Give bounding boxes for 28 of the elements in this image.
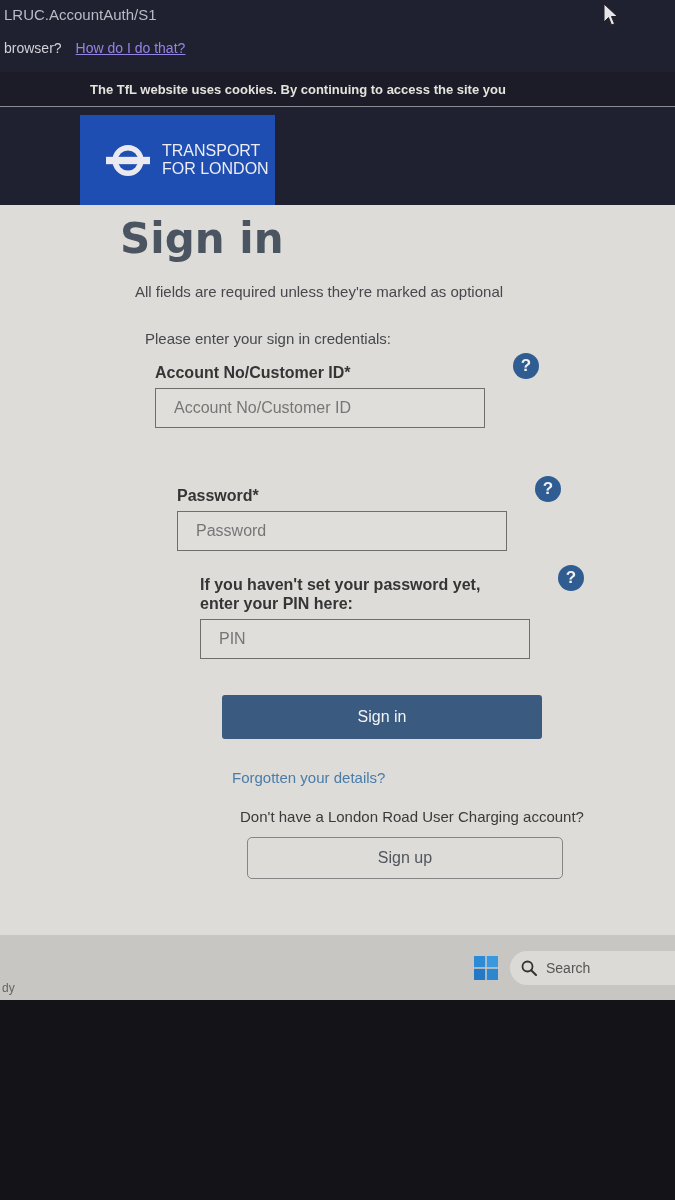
roundel-icon bbox=[106, 143, 150, 177]
status-text: dy bbox=[2, 981, 15, 995]
prompt-text: Please enter your sign in credentials: bbox=[145, 330, 391, 348]
sign-in-button[interactable]: Sign in bbox=[222, 695, 542, 740]
address-text: LRUC.AccountAuth/S1 bbox=[4, 6, 157, 23]
intro-text: All fields are required unless they're marked as optional bbox=[135, 283, 504, 301]
help-button[interactable]: ? bbox=[513, 353, 539, 380]
page-title: Sign in bbox=[120, 215, 284, 264]
search-field[interactable]: Search bbox=[510, 950, 675, 985]
signup-prompt: Don't have a London Road User Charging account? bbox=[240, 808, 584, 826]
input-field[interactable]: Account No/Customer ID bbox=[155, 388, 485, 429]
help-link[interactable]: How do I do that? bbox=[75, 40, 186, 56]
field-label: If you haven't set your password yet, enter your PIN here: bbox=[200, 575, 482, 614]
search-icon bbox=[521, 959, 537, 976]
help-button[interactable]: ? bbox=[535, 476, 561, 503]
tfl-logo[interactable]: TRANSPORT FOR LONDON bbox=[80, 115, 275, 205]
logo-text: TRANSPORT FOR LONDON bbox=[162, 142, 270, 178]
cursor-icon bbox=[603, 3, 619, 27]
forgot-link[interactable]: Forgotten your details? bbox=[232, 769, 386, 787]
start-menu-icon[interactable] bbox=[474, 955, 498, 980]
input-field[interactable]: PIN bbox=[200, 619, 530, 660]
input-field[interactable]: Password bbox=[177, 511, 507, 552]
help-button[interactable]: ? bbox=[558, 565, 584, 592]
sign-up-button[interactable]: Sign up bbox=[247, 837, 563, 880]
cookie-text: The TfL website uses cookies. By continuing to access the site you bbox=[90, 81, 506, 97]
field-label: Account No/Customer ID* bbox=[155, 363, 351, 383]
notice-text: browser? bbox=[4, 40, 62, 56]
field-label: Password* bbox=[177, 486, 259, 506]
